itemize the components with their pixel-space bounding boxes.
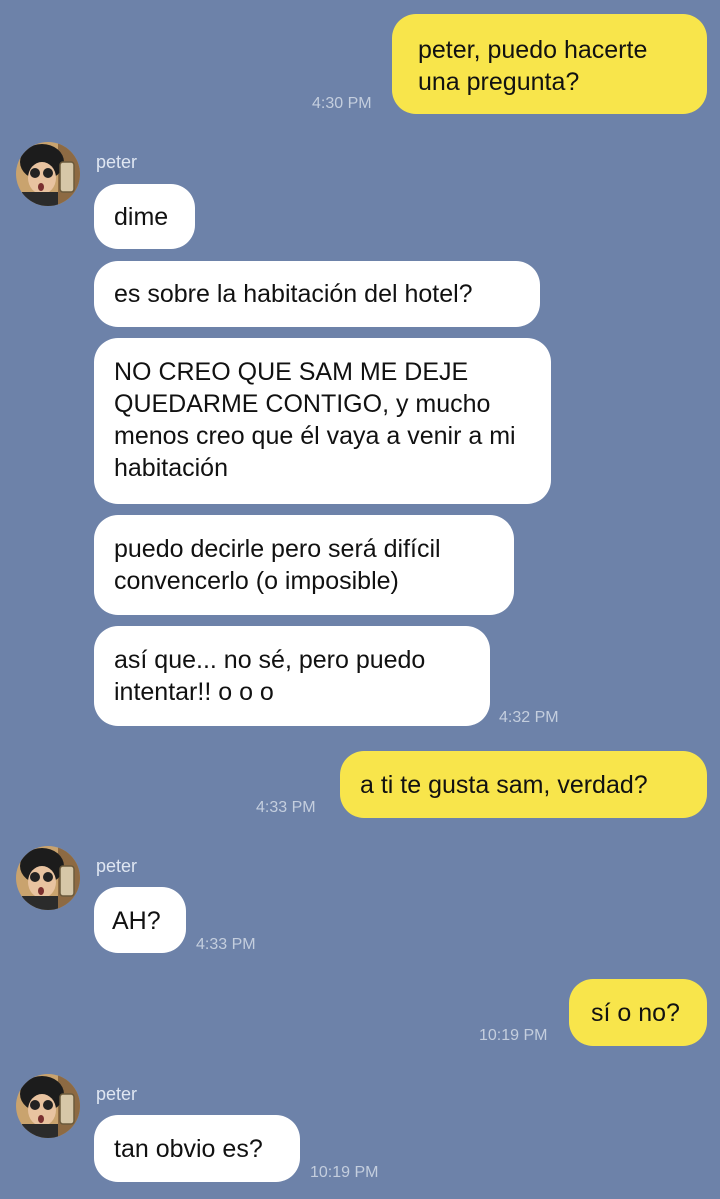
incoming-message-bubble[interactable]: es sobre la habitación del hotel?	[94, 261, 540, 327]
message-timestamp: 4:32 PM	[499, 709, 559, 726]
message-timestamp: 4:30 PM	[312, 95, 372, 112]
contact-avatar-icon[interactable]	[16, 142, 80, 206]
contact-avatar-icon[interactable]	[16, 846, 80, 910]
contact-name: peter	[96, 856, 138, 876]
chat-conversation[interactable]: 4:30 PM peter, puedo hacerte una pregunt…	[0, 0, 720, 1199]
incoming-message-bubble[interactable]: dime	[94, 184, 195, 249]
profile-photo-avatar-icon	[16, 142, 80, 206]
message-timestamp: 4:33 PM	[196, 936, 256, 953]
profile-photo-avatar-icon	[16, 1074, 80, 1138]
contact-name: peter	[96, 1084, 138, 1104]
message-timestamp: 4:33 PM	[256, 799, 316, 816]
outgoing-message-bubble[interactable]: peter, puedo hacerte una pregunta?	[392, 14, 707, 114]
outgoing-message-bubble[interactable]: a ti te gusta sam, verdad?	[340, 751, 707, 818]
incoming-message-bubble[interactable]: NO CREO QUE SAM ME DEJE QUEDARME CONTIGO…	[94, 338, 551, 504]
outgoing-message-bubble[interactable]: sí o no?	[569, 979, 707, 1046]
message-timestamp: 10:19 PM	[310, 1164, 379, 1181]
message-timestamp: 10:19 PM	[479, 1027, 548, 1044]
contact-name: peter	[96, 152, 138, 172]
incoming-message-bubble[interactable]: así que... no sé, pero puedo intentar!! …	[94, 626, 490, 726]
incoming-message-bubble[interactable]: AH?	[94, 887, 186, 953]
incoming-message-bubble[interactable]: tan obvio es?	[94, 1115, 300, 1182]
profile-photo-avatar-icon	[16, 846, 80, 910]
contact-avatar-icon[interactable]	[16, 1074, 80, 1138]
incoming-message-bubble[interactable]: puedo decirle pero será difícil convence…	[94, 515, 514, 615]
